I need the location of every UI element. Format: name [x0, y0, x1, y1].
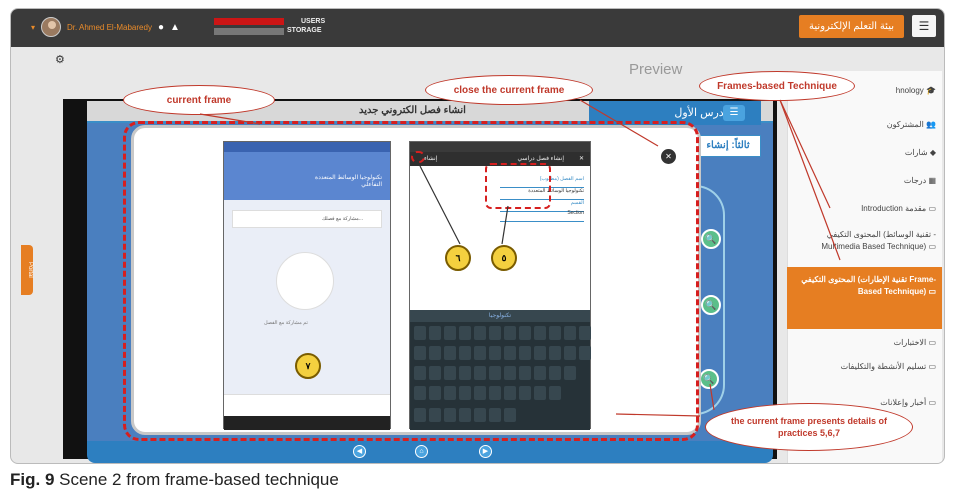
storage-usage-bar	[214, 28, 284, 35]
top-bar: ▾ Dr. Ahmed El-Mabaredy ● ▲ USERS STORAG…	[11, 9, 944, 47]
folder-icon: ▭	[928, 338, 936, 347]
callout-close-frame: close the current frame	[425, 75, 593, 105]
table-icon: ▦	[928, 176, 936, 185]
lesson-title: انشاء فصل الكتروني جديد	[359, 105, 466, 116]
home-icon[interactable]: ⌂	[415, 445, 428, 458]
screenshot-frame: ▾ Dr. Ahmed El-Mabaredy ● ▲ USERS STORAG…	[10, 8, 945, 464]
fields-highlight	[485, 163, 551, 209]
brand-button[interactable]: بيئة التعلم الإلكترونية	[799, 15, 904, 38]
practice-node-2[interactable]: 🔍	[701, 295, 721, 315]
folder-icon: ▭	[928, 287, 936, 296]
practice-node-3[interactable]: 🔍	[699, 369, 719, 389]
callout-current-frame: current frame	[123, 85, 275, 115]
create-button-highlight	[411, 151, 425, 163]
chevron-down-icon[interactable]: ▾	[31, 23, 35, 32]
user-name[interactable]: Dr. Ahmed El-Mabaredy	[67, 23, 152, 32]
bell-icon[interactable]: ▲	[170, 22, 180, 33]
avatar[interactable]	[41, 17, 62, 37]
gear-icon[interactable]: ⚙	[55, 53, 65, 66]
sidebar-item-multimedia[interactable]: المحتوى التكيفي (تقنية الوسائط -Multimed…	[806, 229, 936, 253]
storage-label: STORAGE	[287, 27, 322, 34]
sidebar-item-badges[interactable]: شارات ◆	[905, 147, 936, 159]
lesson-bottom-bar	[87, 441, 773, 463]
sidebar-item-technology[interactable]: hnology 🎓	[896, 85, 936, 97]
previous-icon[interactable]: ◀	[353, 445, 366, 458]
figure-caption: Fig. 9 Scene 2 from frame-based techniqu…	[10, 470, 339, 490]
usage-bars	[214, 18, 284, 35]
sidebar-item-frame-based[interactable]: المحتوى التكيفي (تقنية الإطارات Frame-Ba…	[787, 267, 942, 329]
chat-icon[interactable]: ●	[158, 22, 164, 33]
sidebar-item-grades[interactable]: درجات ▦	[904, 175, 936, 187]
users-label: USERS	[301, 18, 326, 25]
lesson-menu-button[interactable]: ☰	[723, 105, 745, 121]
folder-icon: ▭	[928, 242, 936, 251]
users-usage-bar	[214, 18, 284, 25]
practice-node-1[interactable]: 🔍	[701, 229, 721, 249]
current-frame-highlight	[123, 121, 699, 441]
folder-icon: ▭	[928, 204, 936, 213]
usage-labels: USERS STORAGE	[287, 17, 325, 35]
folder-icon: ▭	[928, 362, 936, 371]
callout-frames-based: Frames-based Technique	[699, 71, 855, 101]
shield-icon: ◆	[929, 148, 936, 157]
callout-presents-practices: the current frame presents details of pr…	[705, 403, 913, 451]
folder-icon: ▭	[928, 398, 936, 407]
sidebar-item-exams[interactable]: الاختبارات ▭	[894, 337, 936, 349]
figure-caption-text: Scene 2 from frame-based technique	[54, 470, 339, 489]
hamburger-icon[interactable]: ☰	[912, 15, 936, 37]
tab-third-create[interactable]: ثالثاً: إنشاء	[695, 135, 761, 157]
users-icon: 👥	[926, 120, 936, 129]
user-area[interactable]: ▾ Dr. Ahmed El-Mabaredy ● ▲	[31, 17, 180, 37]
figure-label: Fig. 9	[10, 470, 55, 489]
preview-label: Preview	[629, 61, 683, 78]
sidebar-item-participants[interactable]: المشتركون 👥	[887, 119, 936, 131]
graduation-cap-icon: 🎓	[926, 86, 936, 95]
sidebar-item-introduction[interactable]: Introduction مقدمة ▭	[861, 203, 936, 215]
sidebar-item-news[interactable]: أخبار وإعلانات ▭	[880, 397, 936, 409]
next-icon[interactable]: ▶	[479, 445, 492, 458]
portal-tab[interactable]: Portal	[21, 245, 33, 295]
sidebar-item-assignments[interactable]: تسليم الأنشطة والتكليفات ▭	[826, 361, 936, 373]
